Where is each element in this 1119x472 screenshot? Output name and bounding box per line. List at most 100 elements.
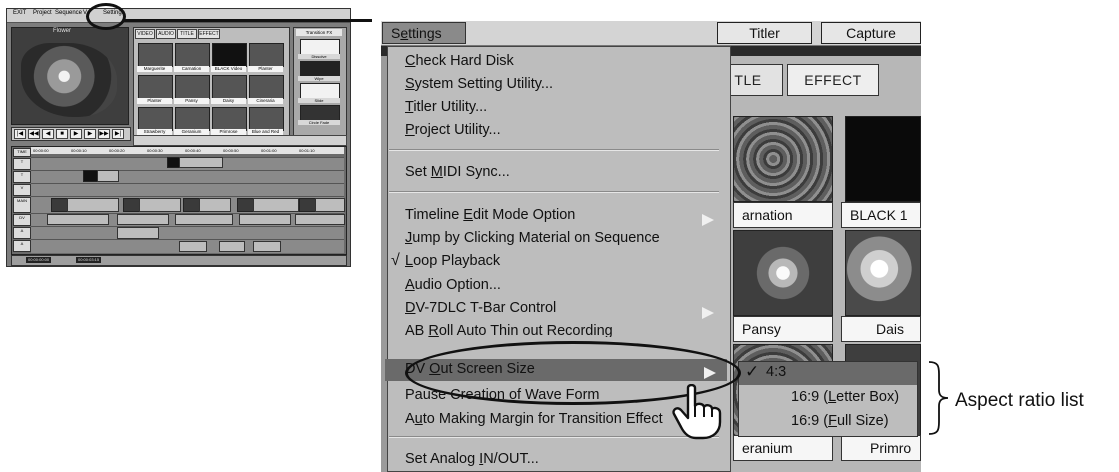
- thumb-clip-thumb[interactable]: [212, 75, 247, 99]
- thumb-menu-sequence[interactable]: Sequence: [55, 10, 82, 16]
- menu-item-ab-roll-auto-thin-out[interactable]: AB Roll Auto Thin out Recording: [405, 323, 613, 337]
- thumb-clip-thumb[interactable]: [249, 107, 284, 131]
- thumb-title-clip[interactable]: [179, 157, 223, 168]
- thumb-clip-thumb[interactable]: [175, 75, 210, 99]
- thumb-rewind-button[interactable]: ◀◀: [28, 129, 40, 139]
- capture-button[interactable]: Capture: [821, 22, 921, 44]
- thumb-track-header[interactable]: MAIN: [13, 197, 31, 213]
- menu-separator: [389, 191, 719, 193]
- menu-item-audio-option[interactable]: Audio Option...: [405, 277, 501, 293]
- thumb-audio-clip[interactable]: [253, 241, 281, 252]
- menu-item-project-utility[interactable]: Project Utility...: [405, 122, 501, 138]
- thumb-next-button[interactable]: ▶: [84, 129, 96, 139]
- thumb-stop-button[interactable]: ■: [56, 129, 68, 139]
- carnation-thumbnail[interactable]: [733, 116, 833, 202]
- thumb-title-clip[interactable]: [97, 170, 119, 182]
- thumb-tab-title[interactable]: TITLE: [177, 29, 197, 39]
- submenu-item-4-3[interactable]: 4:3: [766, 364, 786, 380]
- thumb-clip-thumb[interactable]: [138, 107, 173, 131]
- thumb-tab-audio[interactable]: AUDIO: [156, 29, 176, 39]
- thumb-video-clip[interactable]: [253, 198, 299, 212]
- thumb-track-header[interactable]: DV: [13, 214, 31, 226]
- thumb-track-header[interactable]: A: [13, 227, 31, 239]
- tab-effect[interactable]: EFFECT: [787, 64, 879, 96]
- thumb-audio-clip[interactable]: [179, 241, 207, 252]
- menu-item-set-analog-in-out[interactable]: Set Analog IN/OUT...: [405, 451, 539, 467]
- thumb-clip-thumb[interactable]: [138, 75, 173, 99]
- thumb-clip-thumb[interactable]: [249, 75, 284, 99]
- menu-item-timeline-edit-mode-option[interactable]: Timeline Edit Mode Option: [405, 207, 575, 223]
- thumb-clip-thumb[interactable]: [212, 107, 247, 131]
- thumb-track-header[interactable]: A: [13, 240, 31, 252]
- thumb-last-frame-button[interactable]: ▶|: [112, 129, 124, 139]
- menu-item-jump-by-clicking-material[interactable]: Jump by Clicking Material on Sequence: [405, 230, 660, 246]
- thumb-ruler-tick: 00:00:00: [33, 148, 49, 153]
- thumb-dv-clip[interactable]: [175, 214, 233, 225]
- thumb-menu-exit[interactable]: EXIT: [13, 10, 26, 16]
- thumb-clip-thumb[interactable]: [249, 43, 284, 67]
- thumb-transition-item[interactable]: [300, 61, 340, 77]
- thumb-track-header[interactable]: T: [13, 158, 31, 170]
- thumb-prev-button[interactable]: ◀: [42, 129, 54, 139]
- submenu-item-16-9-letter-box[interactable]: 16:9 (Letter Box): [791, 389, 899, 405]
- thumb-dv-clip[interactable]: [117, 214, 169, 225]
- thumb-first-frame-button[interactable]: |◀: [14, 129, 26, 139]
- aspect-ratio-list-caption: Aspect ratio list: [955, 390, 1084, 411]
- thumb-clip-thumb[interactable]: [212, 43, 247, 67]
- menu-item-system-setting-utility[interactable]: System Setting Utility...: [405, 76, 553, 92]
- thumb-transition-item[interactable]: [300, 83, 340, 99]
- thumb-video-title: Flower: [53, 28, 72, 34]
- thumb-tab-video[interactable]: VIDEO: [135, 29, 155, 39]
- thumb-clip-thumb[interactable]: [175, 43, 210, 67]
- thumb-video-clip[interactable]: [315, 198, 345, 212]
- titler-button[interactable]: Titler: [717, 22, 812, 44]
- menu-item-check-hard-disk[interactable]: Check Hard Disk: [405, 53, 514, 69]
- clip-label: Pansy: [733, 316, 833, 342]
- thumb-tab-effect[interactable]: EFFECT: [198, 29, 220, 39]
- thumb-menu-project[interactable]: Project: [33, 10, 52, 16]
- thumb-audio-clip[interactable]: [117, 227, 159, 239]
- menu-item-set-midi-sync[interactable]: Set MIDI Sync...: [405, 164, 510, 180]
- daisy-thumbnail[interactable]: [845, 230, 921, 316]
- thumb-clip-label: Carnation: [174, 66, 209, 72]
- pansy-thumbnail[interactable]: [733, 230, 833, 316]
- thumb-transition-item[interactable]: [300, 105, 340, 121]
- thumb-timecode-duration: 00:00:03:15: [76, 257, 102, 263]
- thumb-track-header[interactable]: V: [13, 184, 31, 196]
- thumb-transition-label: Slide: [298, 98, 340, 103]
- thumb-dv-clip[interactable]: [295, 214, 345, 225]
- clip-label: eranium: [733, 435, 833, 461]
- thumb-ruler-tick: 00:00:10: [71, 148, 87, 153]
- thumb-video-clip[interactable]: [199, 198, 231, 212]
- thumb-video-clip[interactable]: [139, 198, 181, 212]
- menu-item-auto-making-margin[interactable]: Auto Making Margin for Transition Effect: [405, 411, 663, 427]
- thumb-track[interactable]: [31, 170, 344, 183]
- settings-callout-circle: [86, 3, 126, 30]
- thumb-timecode-current: 00:00:00:00: [26, 257, 52, 263]
- thumb-fast-forward-button[interactable]: ▶▶: [98, 129, 110, 139]
- thumb-transition-item[interactable]: [300, 39, 340, 55]
- thumb-audio-clip[interactable]: [219, 241, 245, 252]
- thumb-play-button[interactable]: ▶: [70, 129, 82, 139]
- checkmark-icon: ✓: [745, 362, 760, 381]
- thumb-clip-label: Daisy: [211, 98, 246, 104]
- thumb-ruler-tick: 00:00:30: [147, 148, 163, 153]
- menu-item-loop-playback[interactable]: Loop Playback: [405, 253, 500, 269]
- submenu-item-16-9-full-size[interactable]: 16:9 (Full Size): [791, 413, 889, 429]
- thumb-clip-thumb[interactable]: [175, 107, 210, 131]
- thumb-dv-clip[interactable]: [47, 214, 109, 225]
- thumb-dv-clip[interactable]: [239, 214, 291, 225]
- thumb-track[interactable]: [31, 226, 344, 239]
- clip-label: Dais: [841, 316, 921, 342]
- thumb-status-bar: 00:00:00:00 00:00:03:15: [11, 255, 347, 266]
- thumb-ruler-tick: 00:01:10: [299, 148, 315, 153]
- thumb-clip-thumb[interactable]: [138, 43, 173, 67]
- menu-item-dv-7dlc-t-bar-control[interactable]: DV-7DLC T-Bar Control: [405, 300, 556, 316]
- thumb-track[interactable]: [31, 183, 344, 196]
- black-video-thumbnail[interactable]: [845, 116, 921, 202]
- clip-label: arnation: [733, 202, 833, 228]
- thumb-video-clip[interactable]: [67, 198, 119, 212]
- menu-item-titler-utility[interactable]: Titler Utility...: [405, 99, 487, 115]
- settings-menu-title[interactable]: Settings: [382, 22, 466, 44]
- thumb-track-header[interactable]: T: [13, 171, 31, 183]
